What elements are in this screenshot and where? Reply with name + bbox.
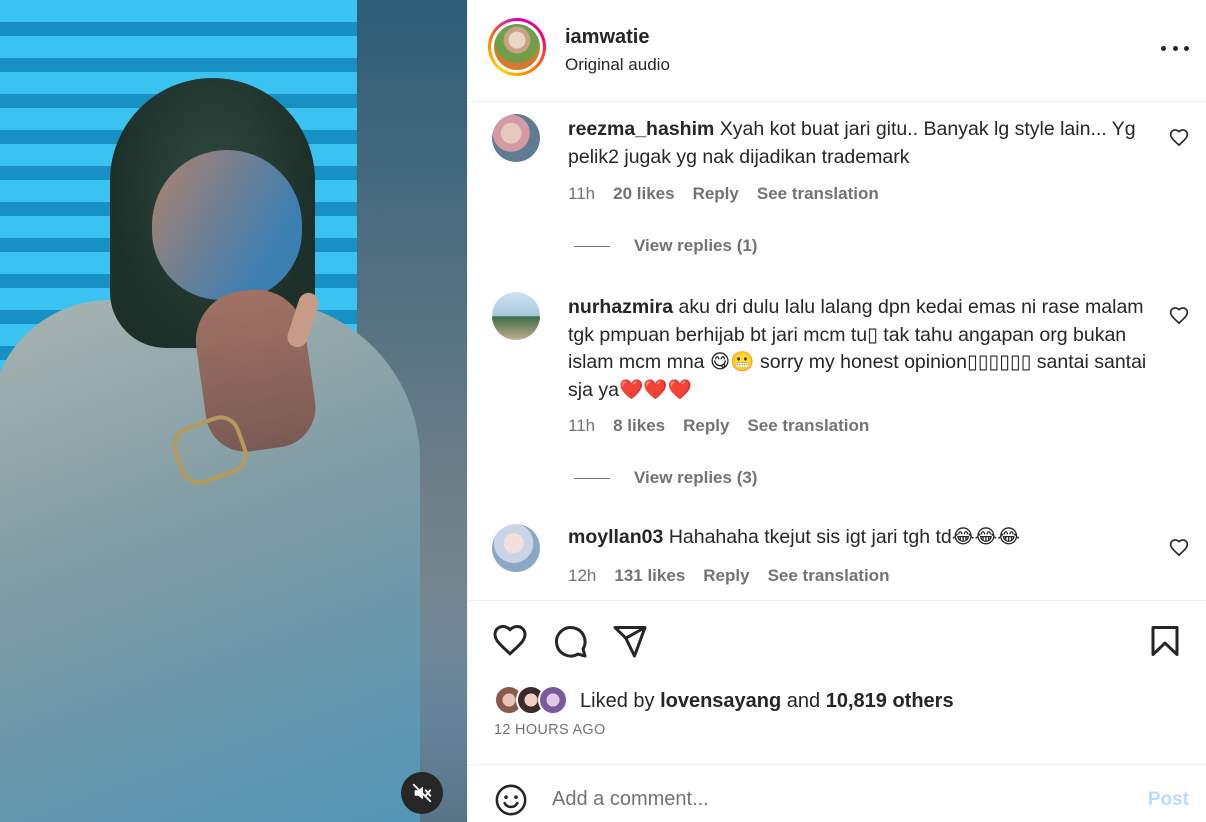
commenter-username[interactable]: nurhazmira bbox=[568, 296, 673, 318]
comment-likes[interactable]: 8 likes bbox=[613, 416, 665, 436]
replies-divider-line bbox=[574, 477, 610, 479]
post-side-panel: iamwatie Original audio reezma_hashim Xy… bbox=[467, 0, 1206, 822]
post-header: iamwatie Original audio bbox=[468, 0, 1206, 102]
comment-icon[interactable] bbox=[552, 623, 588, 659]
comment-body: moyllan03 Hahahaha tkejut sis igt jari t… bbox=[568, 524, 1158, 552]
see-translation-button[interactable]: See translation bbox=[757, 184, 879, 204]
commenter-avatar[interactable] bbox=[492, 524, 540, 572]
liked-by-username[interactable]: lovensayang bbox=[660, 690, 781, 712]
video-figure-face bbox=[152, 150, 302, 300]
more-horizontal-icon bbox=[1161, 45, 1166, 51]
comment-likes[interactable]: 20 likes bbox=[613, 184, 674, 204]
reply-button[interactable]: Reply bbox=[693, 184, 739, 204]
story-ring-inner bbox=[491, 21, 543, 73]
reply-button[interactable]: Reply bbox=[683, 416, 729, 436]
comment-likes[interactable]: 131 likes bbox=[614, 566, 685, 586]
comment-body: nurhazmira aku dri dulu lalu lalang dpn … bbox=[568, 294, 1158, 404]
post-comment-button[interactable]: Post bbox=[1148, 789, 1189, 811]
post-video[interactable] bbox=[0, 0, 467, 822]
see-translation-button[interactable]: See translation bbox=[768, 566, 890, 586]
avatar bbox=[494, 24, 540, 70]
comment-input[interactable] bbox=[552, 781, 1112, 817]
more-options-button[interactable] bbox=[1161, 36, 1189, 60]
post-author-username[interactable]: iamwatie bbox=[565, 26, 649, 49]
liked-by-text: Liked by lovensayang and 10,819 others bbox=[580, 690, 954, 713]
heart-icon[interactable] bbox=[1169, 306, 1189, 326]
comments-list[interactable]: reezma_hashim Xyah kot buat jari gitu.. … bbox=[468, 102, 1206, 600]
audio-link[interactable]: Original audio bbox=[565, 55, 670, 75]
post-dialog: iamwatie Original audio reezma_hashim Xy… bbox=[0, 0, 1206, 822]
add-comment-bar: Post bbox=[468, 764, 1206, 822]
heart-icon[interactable] bbox=[492, 623, 528, 659]
liked-by-avatars[interactable] bbox=[494, 685, 572, 715]
paper-plane-icon[interactable] bbox=[612, 623, 648, 659]
comment-meta: 11h 20 likes Reply See translation bbox=[568, 184, 879, 204]
commenter-username[interactable]: reezma_hashim bbox=[568, 118, 714, 140]
commenter-avatar[interactable] bbox=[492, 292, 540, 340]
view-replies-label: View replies (1) bbox=[634, 236, 758, 255]
see-translation-button[interactable]: See translation bbox=[747, 416, 869, 436]
post-timestamp[interactable]: 12 HOURS AGO bbox=[494, 722, 606, 738]
comment-time[interactable]: 11h bbox=[568, 416, 595, 436]
mute-button[interactable] bbox=[401, 772, 443, 814]
more-icon-dot-3 bbox=[1184, 45, 1189, 51]
comment-time[interactable]: 11h bbox=[568, 184, 595, 204]
liker-avatar bbox=[538, 685, 568, 715]
liked-by-and: and bbox=[786, 690, 821, 712]
replies-divider-line bbox=[574, 245, 610, 247]
smiley-icon[interactable] bbox=[494, 783, 528, 817]
liked-by-prefix: Liked by bbox=[580, 690, 655, 712]
likes-count[interactable]: 10,819 others bbox=[826, 690, 954, 712]
view-replies-button[interactable]: View replies (3) bbox=[574, 468, 757, 488]
reply-button[interactable]: Reply bbox=[703, 566, 749, 586]
more-icon-dot-2 bbox=[1172, 45, 1178, 51]
bookmark-icon[interactable] bbox=[1147, 623, 1183, 659]
commenter-username[interactable]: moyllan03 bbox=[568, 526, 663, 548]
post-actions: Liked by lovensayang and 10,819 others 1… bbox=[468, 600, 1206, 764]
comment-body: reezma_hashim Xyah kot buat jari gitu.. … bbox=[568, 116, 1158, 171]
heart-icon[interactable] bbox=[1169, 128, 1189, 148]
view-replies-button[interactable]: View replies (1) bbox=[574, 236, 757, 256]
comment-meta: 12h 131 likes Reply See translation bbox=[568, 566, 889, 586]
view-replies-label: View replies (3) bbox=[634, 468, 758, 487]
heart-icon[interactable] bbox=[1169, 538, 1189, 558]
speaker-muted-icon bbox=[412, 783, 432, 803]
commenter-avatar[interactable] bbox=[492, 114, 540, 162]
comment-meta: 11h 8 likes Reply See translation bbox=[568, 416, 869, 436]
comment-text: Hahahaha tkejut sis igt jari tgh td😂😂😂 bbox=[668, 526, 1021, 548]
comment-time[interactable]: 12h bbox=[568, 566, 596, 586]
story-ring[interactable] bbox=[488, 18, 546, 76]
